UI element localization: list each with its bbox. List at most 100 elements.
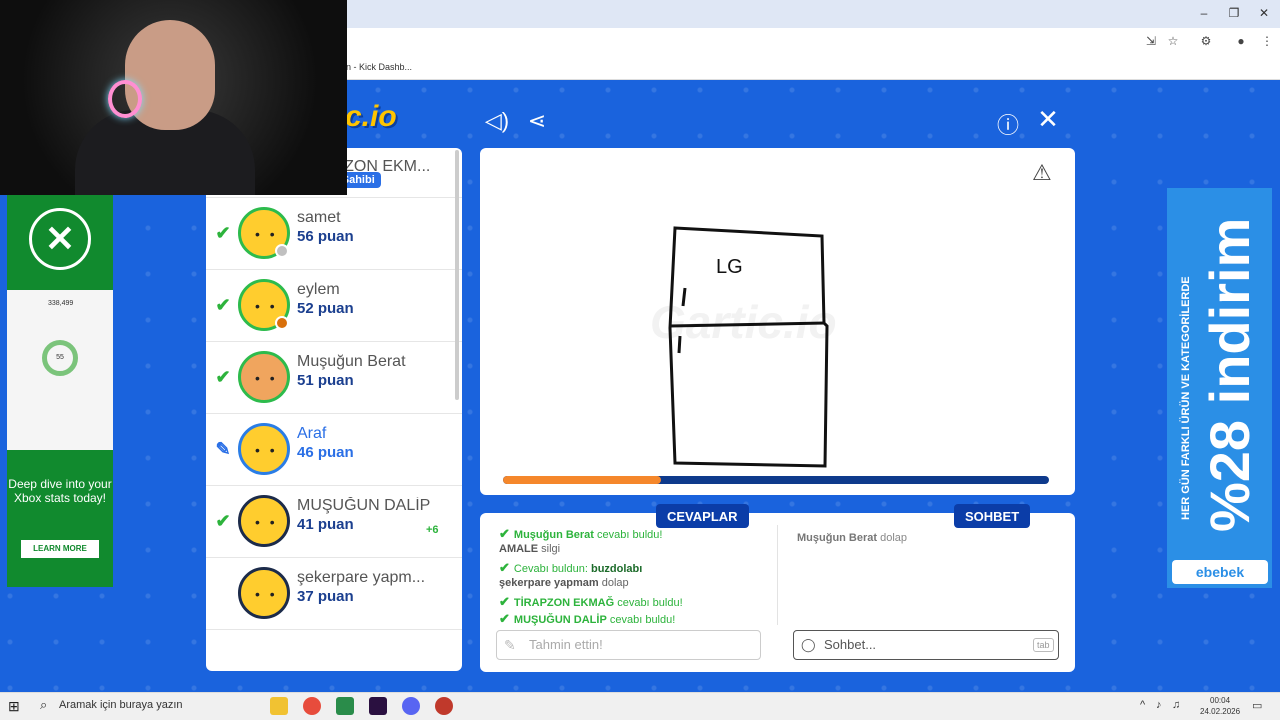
menu-icon[interactable]: ⋮ [1259,34,1275,48]
bookmark-star-icon[interactable]: ☆ [1165,34,1181,48]
player-row[interactable]: ✔ • • Muşuğun Berat 51 puan [206,342,462,414]
restore-button[interactable]: ❐ [1224,6,1244,20]
player-name: samet [297,209,341,226]
player-name: eylem [297,281,340,298]
player-name: MUŞUĞUN DALİP [297,497,431,514]
sound-icon[interactable]: ◁) [482,108,512,134]
check-icon: ✔ [499,526,510,541]
mic-icon[interactable]: ♪ [1156,699,1162,711]
check-icon: ✔ [499,611,510,626]
discord-icon[interactable] [402,697,420,715]
chrome-icon[interactable] [303,697,321,715]
answer-line: şekerpare yapmam dolap [499,577,629,589]
player-name: Araf [297,425,327,442]
headphones-icon [108,80,142,118]
player-name: Muşuğun Berat [297,353,406,370]
obs-icon[interactable] [435,697,453,715]
player-score: 41 puan [297,516,354,533]
check-icon: ✔ [499,560,510,575]
tab-answers[interactable]: CEVAPLAR [656,504,749,528]
drawing-divider [669,321,826,328]
answer-prefix: Cevabı buldun: [513,563,588,575]
ad-text: Deep dive into your Xbox stats today! [8,477,112,505]
share-icon[interactable]: ⋖ [522,108,552,134]
drawing-handles [677,287,687,354]
bookmark-item[interactable]: n - Kick Dashb... [346,62,412,72]
drawing-pencil-icon: ✎ [215,439,231,459]
answer-text: buzdolabı [590,563,643,575]
player-score: 46 puan [297,444,354,461]
minimize-button[interactable]: – [1194,6,1214,20]
answer-author: şekerpare yapmam [499,577,599,589]
volume-icon[interactable]: ♫ [1172,699,1180,711]
avatar: • • [238,495,290,547]
player-row[interactable]: ✎ • • Araf 46 puan [206,414,462,486]
status-dot [275,316,289,330]
ad-right-discount: %28 indirim [1198,217,1261,532]
player-row[interactable]: ✔ • • samet 56 puan [206,198,462,270]
player-score: 37 puan [297,588,354,605]
panel-divider [777,525,778,625]
close-icon[interactable]: ✕ [1033,104,1063,135]
chat-input[interactable]: Sohbet... [793,630,1059,660]
ad-right-tagline: HER GÜN FARKLI ÜRÜN VE KATEGORİLERDE [1180,276,1192,520]
close-window-button[interactable]: ✕ [1254,6,1274,20]
guessed-check-icon: ✔ [215,511,231,531]
player-row[interactable]: • • şekerpare yapm... 37 puan [206,558,462,630]
drawing-canvas[interactable]: Gartic.io LG [480,148,1075,495]
taskbar-search[interactable]: Aramak için buraya yazın [35,693,265,719]
file-explorer-icon[interactable] [270,697,288,715]
answer-author: AMALE [499,543,539,555]
player-list-scrollbar[interactable] [455,150,459,400]
ad-stat-ring: 55 [42,340,78,376]
avatar: • • [238,351,290,403]
notifications-icon[interactable]: ▭ [1252,699,1262,712]
avatar: • • [238,423,290,475]
drawing-stroke [668,226,829,468]
answer-line: ✔ Muşuğun Berat cevabı buldu! [499,526,662,542]
player-score: 56 puan [297,228,354,245]
taskbar-clock[interactable]: 00:04 24.02.2026 [1200,695,1240,717]
report-warning-icon[interactable]: ⚠ [1032,160,1052,186]
clock-time: 00:04 [1210,696,1231,705]
install-icon[interactable]: ⇲ [1143,34,1159,48]
guessed-check-icon: ✔ [215,223,231,243]
avatar: • • [238,567,290,619]
answer-text: dolap [601,577,629,589]
ad-right-brand: ebebek [1172,560,1268,584]
answer-author: TİRAPZON EKMAĞ [513,597,615,609]
status-dot [275,244,289,258]
webcam-person-head [125,20,215,130]
ad-learn-more-button[interactable]: LEARN MORE [21,540,99,558]
chat-author: Muşuğun Berat [797,532,878,544]
player-row[interactable]: ✔ • • MUŞUĞUN DALİP 41 puan +6 [206,486,462,558]
tab-key-hint: tab [1033,638,1054,652]
round-progress-bar [503,476,1049,484]
player-row[interactable]: ✔ • • eylem 52 puan [206,270,462,342]
app-icon[interactable] [336,697,354,715]
answer-line: ✔ MUŞUĞUN DALİP cevabı buldu! [499,611,675,627]
ad-stat: 338,499 [48,300,74,307]
drawing-text: LG [716,256,743,278]
webcam-overlay [0,0,347,195]
answer-author: MUŞUĞUN DALİP [513,614,607,626]
app-icon-2[interactable] [369,697,387,715]
answer-text: cevabı buldu! [617,597,683,609]
windows-start-icon[interactable]: ⊞ [8,698,20,715]
profile-icon[interactable]: ● [1233,34,1249,48]
info-icon[interactable]: ⓘ [993,108,1023,140]
avatar: • • [238,279,290,331]
answer-author: Muşuğun Berat [513,529,594,541]
extensions-icon[interactable]: ⚙ [1198,34,1214,48]
xbox-logo-icon: ✕ [29,208,91,270]
player-score: 52 puan [297,300,354,317]
guessed-check-icon: ✔ [215,295,231,315]
tab-chat[interactable]: SOHBET [954,504,1031,528]
chat-message: Muşuğun Berat dolap [797,532,907,544]
answer-line: ✔ TİRAPZON EKMAĞ cevabı buldu! [499,594,683,610]
guess-input[interactable]: Tahmin ettin! [496,630,761,660]
answer-text: silgi [541,543,561,555]
tray-arrow-icon[interactable]: ^ [1140,699,1145,711]
check-icon: ✔ [499,594,510,609]
game-logo: c.io [345,100,397,133]
